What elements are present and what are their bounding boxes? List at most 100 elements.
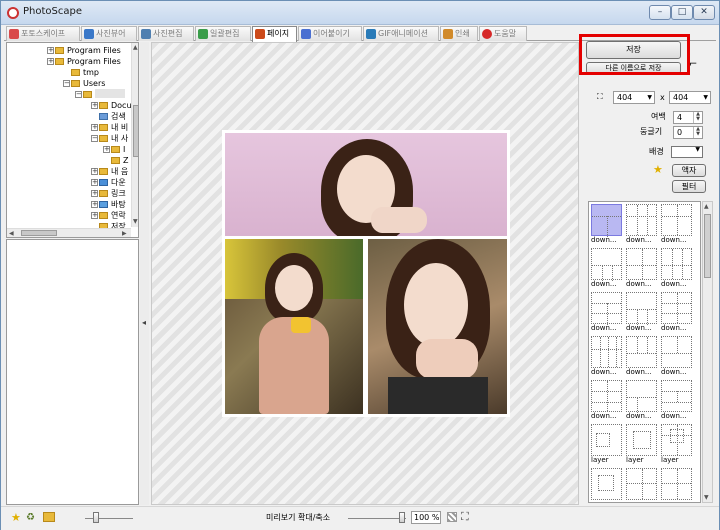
tree-item[interactable]: − [75,89,125,100]
scrollbar-thumb[interactable] [21,230,57,236]
scroll-up-icon[interactable]: ▲ [133,44,138,51]
tree-item[interactable]: + Docu [91,100,132,111]
tree-item[interactable]: + 링크 [91,188,126,199]
scroll-down-icon[interactable]: ▼ [704,494,709,501]
scrollbar-thumb[interactable] [704,214,711,278]
file-thumbnail-list[interactable] [6,239,139,505]
tab-batch[interactable]: 일괄편집 [195,26,251,41]
tab-photoscape[interactable]: 포토스케이프 [6,26,80,41]
collage-preview[interactable] [222,130,510,417]
tree-item[interactable]: + 연락 [91,210,126,221]
collapse-icon[interactable]: − [75,91,82,98]
tab-print[interactable]: 인쇄 [440,26,478,41]
collage-photo-bottom-right[interactable] [368,239,507,414]
tree-item[interactable]: − Users [63,78,105,89]
expand-icon[interactable]: + [91,102,98,109]
layout-template[interactable]: down... [626,336,657,378]
spinner-arrows-icon[interactable]: ▲ ▼ [693,127,702,138]
checkerboard-icon[interactable] [447,512,457,522]
favorite-star-icon[interactable]: ★ [653,164,663,176]
close-button[interactable]: ✕ [693,5,715,20]
expand-icon[interactable]: + [91,179,98,186]
tree-item[interactable]: − 내 사 [91,133,128,144]
layout-template[interactable]: down... [626,248,657,290]
zoom-value-field[interactable]: 100 % [411,511,441,524]
tree-item[interactable]: tmp [71,67,99,78]
layout-template[interactable] [626,468,657,502]
minimize-button[interactable]: – [649,5,671,20]
tab-editor[interactable]: 사진편집 [138,26,194,41]
layout-template[interactable]: down... [591,248,622,290]
layout-template[interactable]: down... [661,292,692,334]
tab-page[interactable]: 페이지 [252,26,297,42]
rotate-icon[interactable]: ♻ [26,512,35,523]
expand-icon[interactable]: + [47,47,54,54]
margin-spinner[interactable]: 4 ▲ ▼ [673,111,703,124]
tab-combine[interactable]: 이어붙이기 [298,26,362,41]
layout-template[interactable]: layer [591,424,622,466]
folder-tree[interactable]: + Program Files + Program Files tmp − Users… [6,42,139,238]
height-select[interactable]: 404 ▼ [669,91,711,104]
tree-item[interactable]: + 내 음 [91,166,128,177]
tree-item[interactable]: 저장 [99,221,126,228]
tree-item[interactable]: + 바탕 [91,199,126,210]
layout-template[interactable]: down... [591,336,622,378]
favorite-star-icon[interactable]: ★ [11,511,21,524]
expand-icon[interactable]: + [103,146,110,153]
preview-zoom-slider[interactable] [348,518,406,519]
tree-item[interactable]: + 다운 [91,177,126,188]
layout-template[interactable]: down... [626,292,657,334]
layout-template[interactable]: down... [591,380,622,422]
layout-template[interactable]: down... [661,248,692,290]
fit-screen-icon[interactable]: ⛶ [461,510,469,524]
template-scrollbar[interactable]: ▲ ▼ [702,201,713,503]
tree-item[interactable]: + I [103,144,125,155]
preview-zoom-slider-knob[interactable] [399,512,405,523]
scroll-down-icon[interactable]: ▼ [133,218,138,225]
expand-icon[interactable]: + [47,58,54,65]
filter-button[interactable]: 필터 [672,180,706,193]
scroll-up-icon[interactable]: ▲ [704,203,709,210]
expand-icon[interactable]: + [91,212,98,219]
layout-template-list[interactable]: down... down... down... down... down... … [588,201,701,503]
tree-item[interactable]: 검색 [99,111,126,122]
layout-template[interactable]: down... [626,380,657,422]
scroll-right-icon[interactable]: ▶ [122,230,127,237]
maximize-button[interactable]: □ [671,5,693,20]
collage-photo-bottom-left[interactable] [225,239,363,414]
collapse-icon[interactable]: − [91,135,98,142]
save-as-menu-icon[interactable]: ⌐ [689,59,697,71]
layout-template[interactable]: down... [591,292,622,334]
tree-item[interactable]: + Program Files [47,56,121,67]
spinner-arrows-icon[interactable]: ▲ ▼ [693,112,702,123]
layout-template[interactable]: down... [661,380,692,422]
round-spinner[interactable]: 0 ▲ ▼ [673,126,703,139]
collage-photo-top[interactable] [225,133,507,236]
tree-item[interactable]: + Program Files [47,45,121,56]
expand-icon[interactable]: + [91,124,98,131]
tree-item[interactable]: + 내 비 [91,122,128,133]
scrollbar-thumb[interactable] [133,105,138,157]
tab-gif[interactable]: GIF애니메이션 [363,26,439,41]
scroll-left-icon[interactable]: ◀ [9,230,14,237]
expand-icon[interactable]: + [91,201,98,208]
layout-template[interactable]: layer [661,424,692,466]
tree-horizontal-scrollbar[interactable]: ◀ ▶ [7,228,131,237]
layout-template[interactable]: down... [591,204,622,246]
frame-button[interactable]: 액자 [672,164,706,177]
layout-template[interactable]: down... [661,336,692,378]
folder-open-icon[interactable] [43,512,55,522]
expand-icon[interactable]: + [91,190,98,197]
layout-template[interactable] [661,468,692,502]
collapse-icon[interactable]: − [63,80,70,87]
collapse-panel-icon[interactable]: ◂ [142,318,146,327]
expand-icon[interactable]: + [91,168,98,175]
tree-vertical-scrollbar[interactable]: ▲ ▼ [131,43,138,227]
panel-splitter[interactable]: ◂ [140,42,149,505]
tab-viewer[interactable]: 사진뷰어 [81,26,137,41]
thumbnail-size-slider-knob[interactable] [93,512,99,523]
layout-template[interactable]: down... [661,204,692,246]
tab-help[interactable]: 도움말 [479,26,527,41]
background-color-picker[interactable]: ▼ [671,146,703,158]
layout-template[interactable]: down... [626,204,657,246]
